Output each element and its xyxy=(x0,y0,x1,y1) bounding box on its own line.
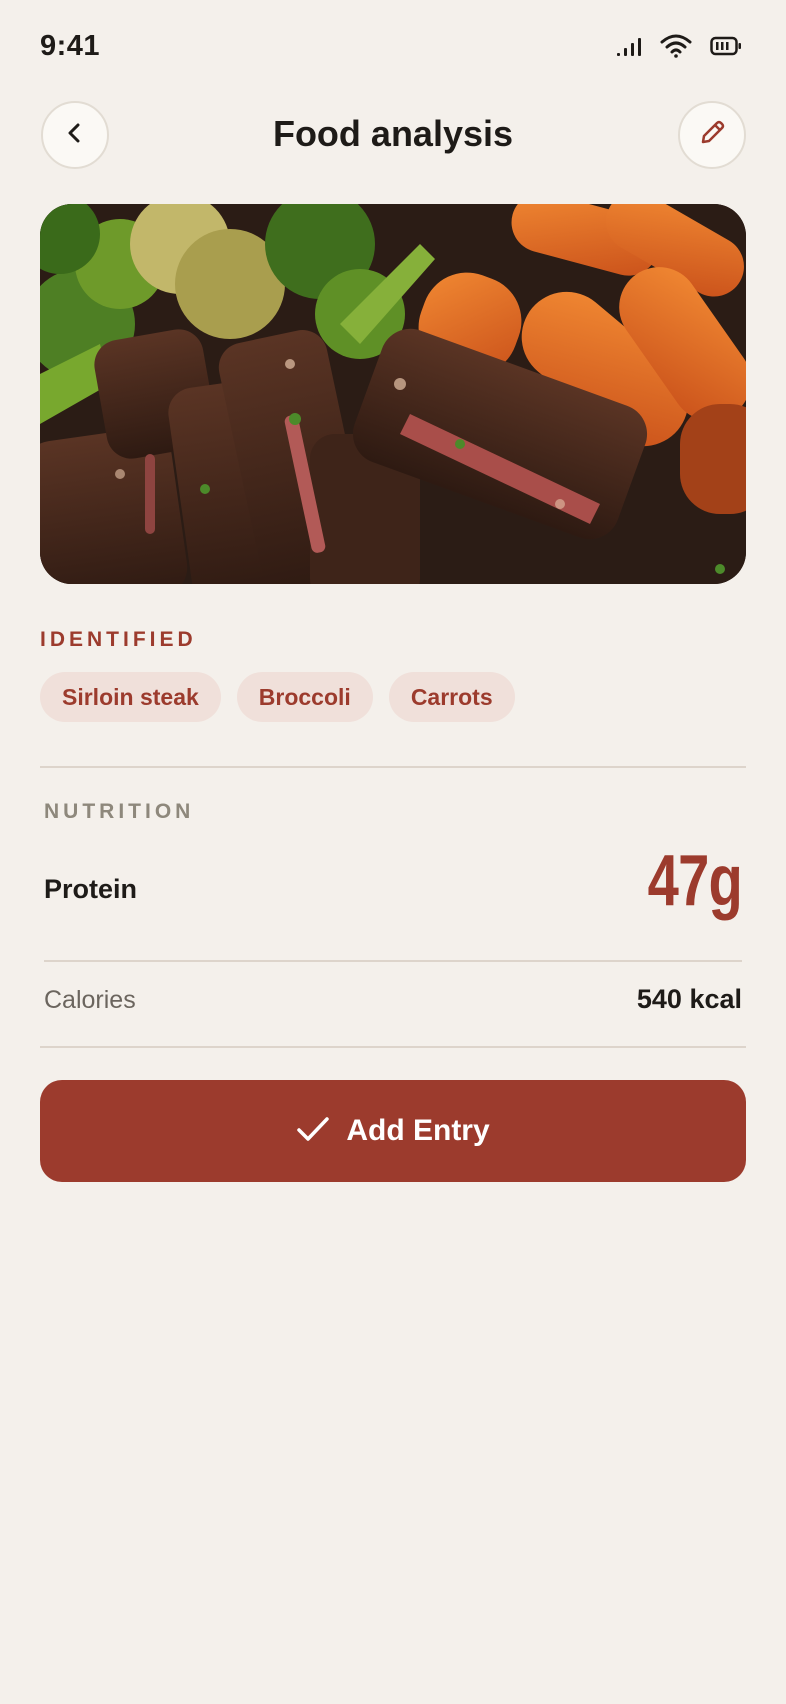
protein-value: 47g xyxy=(647,841,743,921)
status-time: 9:41 xyxy=(40,30,101,62)
page-title: Food analysis xyxy=(272,113,514,154)
food-photo xyxy=(40,204,746,584)
divider xyxy=(40,766,746,768)
edit-button[interactable] xyxy=(678,101,746,169)
food-chip[interactable]: Broccoli xyxy=(236,672,373,722)
wifi-icon xyxy=(660,34,692,58)
divider xyxy=(40,1046,746,1048)
check-icon xyxy=(296,1115,330,1148)
identified-label: IDENTIFIED xyxy=(40,628,197,651)
pencil-icon xyxy=(697,118,727,153)
add-entry-button[interactable]: Add Entry xyxy=(40,1080,746,1182)
header: Food analysis xyxy=(0,96,786,176)
calories-value: 540 kcal xyxy=(636,984,742,1014)
protein-row: Protein 47g xyxy=(44,841,743,960)
calories-label: Calories xyxy=(44,986,136,1014)
battery-icon xyxy=(710,36,742,56)
add-entry-label: Add Entry xyxy=(346,1114,490,1147)
identified-chips: Sirloin steak Broccoli Carrots xyxy=(40,672,515,722)
nutrition-label: NUTRITION xyxy=(44,800,195,823)
calories-row: Calories 540 kcal xyxy=(44,980,742,1040)
food-chip[interactable]: Carrots xyxy=(388,672,515,722)
protein-label: Protein xyxy=(44,874,138,904)
divider xyxy=(44,960,742,962)
status-bar: 9:41 xyxy=(0,0,786,96)
status-icons xyxy=(616,34,742,58)
cellular-signal-icon xyxy=(616,35,642,57)
food-chip[interactable]: Sirloin steak xyxy=(40,672,221,722)
